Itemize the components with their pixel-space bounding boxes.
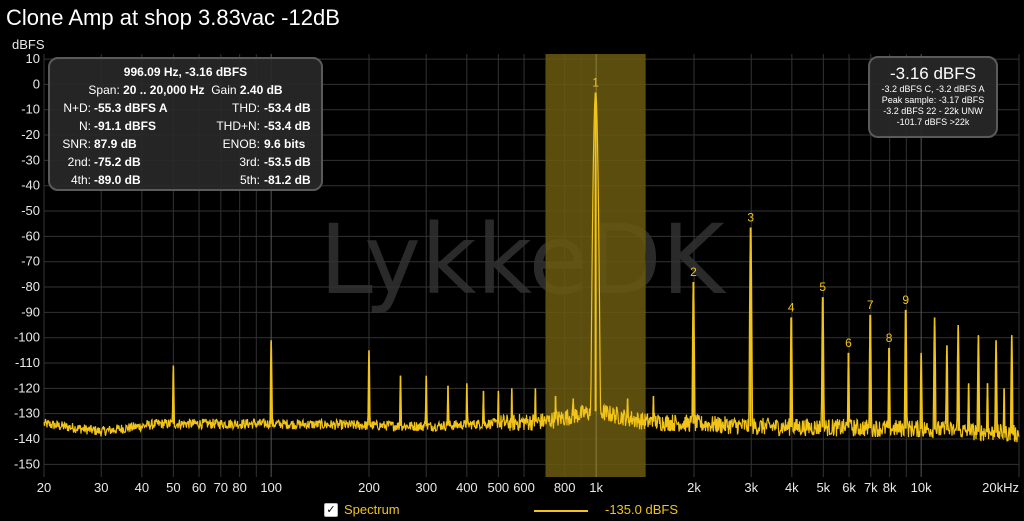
x-tick-label: 800 bbox=[554, 480, 576, 495]
stat-label: 2nd: bbox=[67, 155, 91, 169]
level-readout-panel: -3.16 dBFS -3.2 dBFS C, -3.2 dBFS A Peak… bbox=[868, 56, 998, 138]
x-tick-label: 5k bbox=[816, 480, 830, 495]
legend-spectrum-label[interactable]: Spectrum bbox=[344, 502, 400, 517]
measurement-stats-panel: 996.09 Hz, -3.16 dBFS Span: 20 .. 20,000… bbox=[48, 57, 323, 191]
gain-label: Gain bbox=[211, 83, 237, 97]
stat-value: -75.2 dB bbox=[94, 155, 141, 169]
level-detail-line: -101.7 dBFS >22k bbox=[896, 117, 970, 127]
x-tick-label: 30 bbox=[94, 480, 108, 495]
x-tick-label: 600 bbox=[513, 480, 535, 495]
stat-value: 9.6 bits bbox=[264, 137, 306, 151]
y-tick-label: -150 bbox=[14, 456, 40, 471]
y-tick-label: -80 bbox=[21, 279, 40, 294]
y-tick-label: -50 bbox=[21, 203, 40, 218]
x-tick-label: 400 bbox=[456, 480, 478, 495]
span-label: Span: bbox=[88, 83, 120, 97]
stat-label: 3rd: bbox=[239, 155, 260, 169]
y-tick-label: -30 bbox=[21, 152, 40, 167]
stat-value: -53.5 dB bbox=[264, 155, 311, 169]
harmonic-label: 4 bbox=[788, 300, 795, 314]
stat-label: N+D: bbox=[63, 101, 91, 115]
y-tick-label: -60 bbox=[21, 228, 40, 243]
stat-label: 5th: bbox=[239, 173, 260, 187]
y-tick-label: -110 bbox=[15, 355, 40, 370]
stats-frequency-level: 996.09 Hz, -3.16 dBFS bbox=[123, 65, 248, 79]
stat-label: THD: bbox=[232, 101, 260, 115]
x-tick-label: 1k bbox=[589, 480, 603, 495]
level-detail-line: -3.2 dBFS 22 - 22k UNW bbox=[883, 106, 983, 116]
x-tick-label: 80 bbox=[232, 480, 246, 495]
harmonic-label: 3 bbox=[747, 211, 754, 225]
y-tick-label: -140 bbox=[14, 431, 40, 446]
x-tick-label: 40 bbox=[135, 480, 149, 495]
y-tick-label: -100 bbox=[14, 330, 40, 345]
page-title: Clone Amp at shop 3.83vac -12dB bbox=[6, 5, 340, 30]
y-tick-label: 0 bbox=[33, 76, 40, 91]
x-tick-label: 70 bbox=[214, 480, 228, 495]
harmonic-label: 8 bbox=[886, 331, 893, 345]
legend-value: -135.0 dBFS bbox=[605, 502, 678, 517]
x-tick-label: 6k bbox=[842, 480, 856, 495]
x-tick-label: 20 bbox=[37, 480, 51, 495]
stat-value: 87.9 dB bbox=[94, 137, 137, 151]
y-tick-label: 10 bbox=[26, 51, 40, 66]
gain-value: 2.40 dB bbox=[239, 83, 283, 97]
y-axis-unit: dBFS bbox=[12, 37, 45, 52]
y-tick-label: -20 bbox=[21, 127, 40, 142]
stat-label: N: bbox=[79, 119, 91, 133]
legend: ✓ Spectrum -135.0 dBFS bbox=[0, 502, 1024, 520]
x-tick-label: 10k bbox=[911, 480, 932, 495]
harmonic-label: 9 bbox=[902, 293, 909, 307]
stats-span-gain: Span: 20 .. 20,000 Hz Gain 2.40 dB bbox=[50, 83, 321, 97]
x-tick-label: 3k bbox=[744, 480, 758, 495]
y-tick-label: -130 bbox=[14, 406, 40, 421]
harmonic-label: 1 bbox=[592, 76, 599, 90]
y-tick-label: -40 bbox=[21, 178, 40, 193]
stat-label: ENOB: bbox=[222, 137, 260, 151]
x-tick-label: 500 bbox=[487, 480, 509, 495]
watermark: LykkeDK bbox=[319, 204, 726, 316]
y-tick-label: -10 bbox=[21, 102, 40, 117]
y-tick-label: -120 bbox=[14, 380, 40, 395]
x-tick-label: 300 bbox=[415, 480, 437, 495]
x-tick-label: 2k bbox=[687, 480, 701, 495]
harmonic-label: 7 bbox=[867, 298, 874, 312]
stat-value: -53.4 dB bbox=[264, 119, 311, 133]
x-tick-label: 200 bbox=[358, 480, 380, 495]
stat-value: -81.2 dB bbox=[264, 173, 311, 187]
harmonic-label: 2 bbox=[690, 265, 697, 279]
harmonic-label: 6 bbox=[845, 336, 852, 350]
stat-label: SNR: bbox=[62, 137, 91, 151]
level-detail-line: Peak sample: -3.17 dBFS bbox=[881, 95, 985, 105]
y-tick-label: -90 bbox=[21, 304, 40, 319]
stat-value: -55.3 dBFS A bbox=[94, 101, 168, 115]
stat-value: -53.4 dB bbox=[264, 101, 311, 115]
x-tick-label: 8k bbox=[883, 480, 897, 495]
y-tick-label: -70 bbox=[21, 254, 40, 269]
harmonic-label: 5 bbox=[819, 280, 826, 294]
x-tick-label: 50 bbox=[166, 480, 180, 495]
x-tick-label: 60 bbox=[192, 480, 206, 495]
stat-value: -89.0 dB bbox=[94, 173, 141, 187]
x-tick-label: 100 bbox=[260, 480, 282, 495]
x-tick-label: 20kHz bbox=[982, 480, 1019, 495]
span-value: 20 .. 20,000 Hz bbox=[123, 83, 205, 97]
stat-label: THD+N: bbox=[216, 119, 260, 133]
stats-header: 996.09 Hz, -3.16 dBFS bbox=[50, 65, 321, 79]
stat-label: 4th: bbox=[70, 173, 91, 187]
x-tick-label: 7k bbox=[864, 480, 878, 495]
level-main-value: -3.16 dBFS bbox=[890, 64, 976, 83]
x-tick-label: 4k bbox=[785, 480, 799, 495]
legend-line-swatch bbox=[534, 510, 588, 512]
level-detail-line: -3.2 dBFS C, -3.2 dBFS A bbox=[881, 84, 985, 94]
stat-value: -91.1 dBFS bbox=[94, 119, 157, 133]
spectrum-checkbox[interactable]: ✓ bbox=[324, 503, 338, 517]
